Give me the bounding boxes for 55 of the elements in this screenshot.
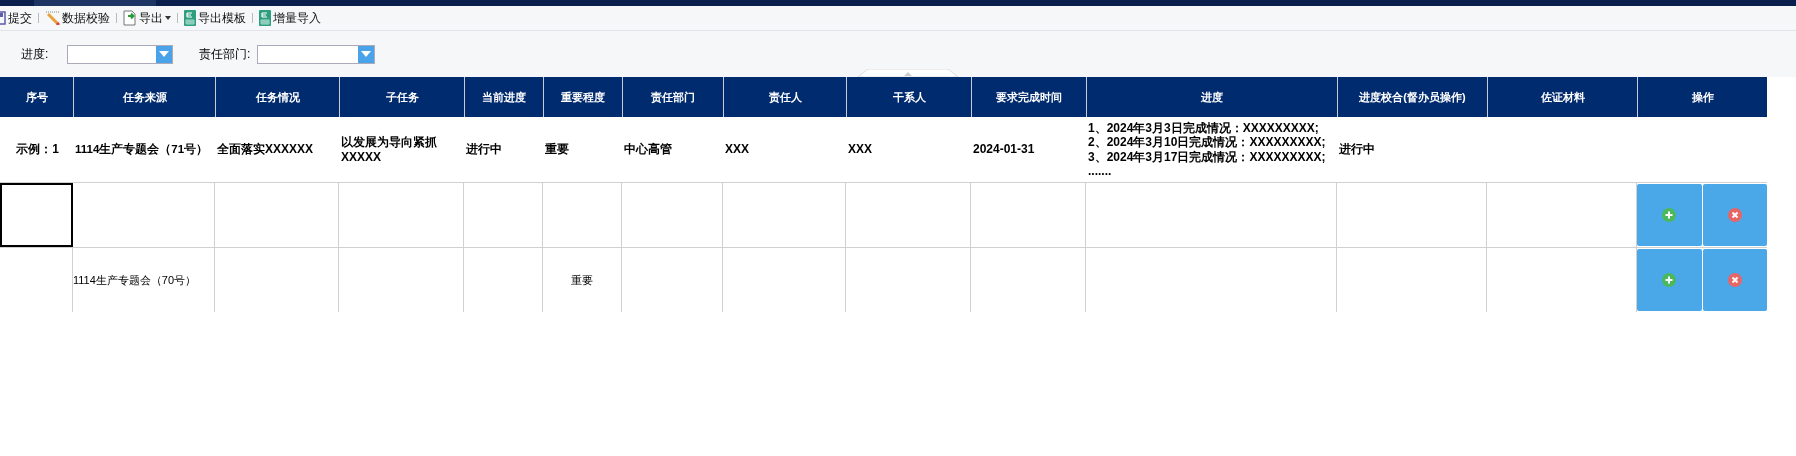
column-header: 进度校合(督办员操作) <box>1337 77 1487 117</box>
delete-icon <box>1727 208 1742 222</box>
filter-label: 进度: <box>21 45 50 63</box>
column-header: 任务情况 <box>215 77 339 117</box>
table-cell[interactable] <box>0 183 73 247</box>
add-icon <box>1662 273 1677 287</box>
example-text: 1114生产专题会（71号） <box>75 142 209 157</box>
dropdown-field[interactable] <box>257 44 375 64</box>
column-header: 序号 <box>24 89 49 105</box>
spreadsheet-icon <box>259 10 271 26</box>
example-text: XXX <box>848 142 872 157</box>
column-header: 佐证材料 <box>1487 77 1637 117</box>
example-text: 全面落实XXXXXX <box>217 142 314 157</box>
spreadsheet-icon <box>184 10 196 26</box>
example-text: 进行中 <box>466 142 502 157</box>
example-text: XXX <box>725 142 749 157</box>
column-header: 干系人 <box>846 77 971 117</box>
add-icon <box>1662 208 1677 222</box>
progress-line: 2、2024年3月10日完成情况：XXXXXXXXX; <box>1088 135 1326 150</box>
dropdown-arrow-icon <box>361 51 371 57</box>
example-text: 中心高管 <box>624 142 672 157</box>
delete-button[interactable] <box>1702 184 1767 246</box>
progress-line: ....... <box>1088 164 1112 179</box>
example-text: 重要 <box>545 142 569 157</box>
column-header: 当前进度 <box>464 77 543 117</box>
collapse-handle[interactable] <box>858 69 958 77</box>
table-cell[interactable]: 重要 <box>543 248 622 312</box>
column-header: 重要程度 <box>543 77 622 117</box>
toolbar-button[interactable]: 导出 <box>123 9 171 27</box>
column-header: 责任人 <box>723 77 846 117</box>
example-text: 以发展为导向紧抓XXXXX <box>341 134 438 165</box>
dropdown-field[interactable] <box>67 44 173 64</box>
column-header: 操作 <box>1637 77 1767 117</box>
column-header: 要求完成时间 <box>971 77 1086 117</box>
dropdown-arrow-icon <box>159 51 169 57</box>
toolbar-button[interactable]: 提交 <box>0 9 32 27</box>
column-header: 任务来源 <box>73 77 215 117</box>
delete-button[interactable] <box>1702 249 1767 311</box>
example-text: 进行中 <box>1339 142 1375 157</box>
column-header: 进度 <box>1086 77 1337 117</box>
toolbar-button[interactable]: 增量导入 <box>259 9 321 27</box>
progress-line: 1、2024年3月3日完成情况：XXXXXXXXX; <box>1088 120 1319 135</box>
toolbar-button[interactable]: 数据校验 <box>45 9 110 27</box>
document-arrow-icon <box>123 10 137 26</box>
table-cell[interactable]: 1114生产专题会（70号） <box>73 248 215 312</box>
pencil-icon <box>45 11 60 25</box>
progress-line: 3、2024年3月17日完成情况：XXXXXXXXX; <box>1088 149 1326 164</box>
filter-label: 责任部门: <box>199 45 252 63</box>
column-header: 子任务 <box>339 77 464 117</box>
column-header: 责任部门 <box>622 77 723 117</box>
example-text: 示例：1 <box>16 142 59 157</box>
toolbar-button[interactable]: 导出模板 <box>184 9 246 27</box>
delete-icon <box>1727 273 1742 287</box>
top-tab[interactable] <box>34 0 156 6</box>
example-text: 2024-01-31 <box>973 142 1035 157</box>
